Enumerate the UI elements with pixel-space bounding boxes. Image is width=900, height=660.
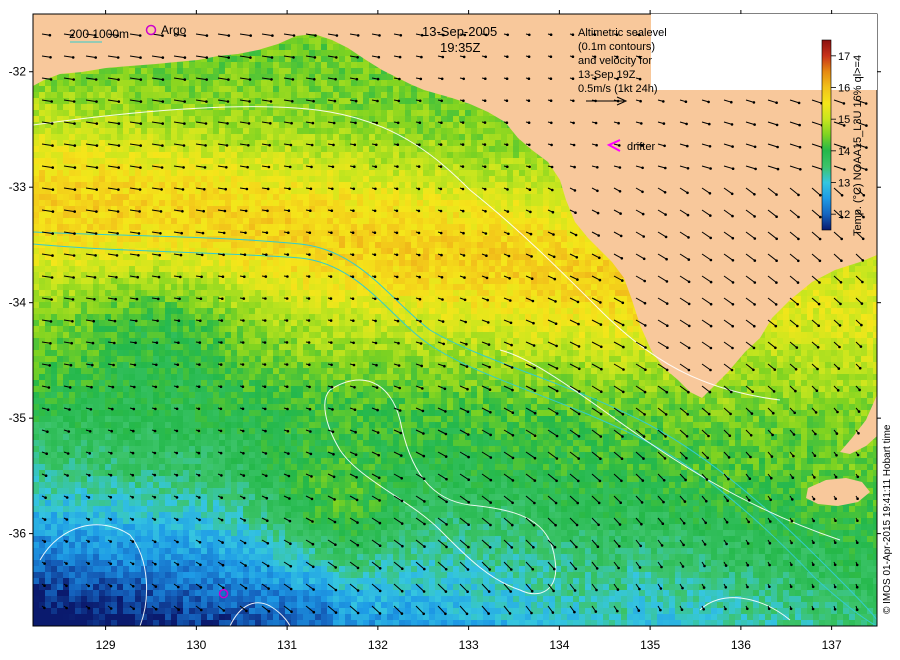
x-tick-label: 134 [549,638,569,652]
copyright-text: © IMOS 01-Apr-2015 19:41:11 Hobart time [882,424,893,614]
x-tick-label: 133 [459,638,479,652]
y-tick-label: -35 [9,411,27,425]
x-tick-label: 129 [96,638,116,652]
isobath-legend-label: 200 1000m [69,27,129,41]
colorbar-tick-label: 14 [838,146,850,158]
map-svg: 129 130 131 132 133 134 135 136 137 -32 -33 -34 -35… [9,10,893,652]
x-tick-label: 135 [640,638,660,652]
x-tick-label: 136 [731,638,751,652]
x-tick-label: 130 [186,638,206,652]
colorbar-scale [821,39,832,231]
info-line-2: (0.1m contours) [578,41,655,53]
colorbar-tick-label: 12 [838,209,850,221]
y-tick-label: -33 [9,180,27,194]
y-tick-label: -34 [9,296,27,310]
sst-map-figure: 129 130 131 132 133 134 135 136 137 -32 -33 -34 -35… [0,0,900,660]
map-time: 19:35Z [440,40,481,55]
colorbar-tick-label: 15 [838,114,850,126]
map-date: 13-Sep-2005 [422,24,497,39]
colorbar-tick-label: 16 [838,83,850,95]
colorbar-tick-label: 17 [838,51,850,63]
x-tick-label: 137 [822,638,842,652]
info-line-3: and velocity for [578,55,652,67]
info-line-1: Altimetric sealevel [578,27,667,39]
map-plot-area[interactable] [33,14,879,626]
isobath-legend: 200 1000m [69,27,129,43]
argo-legend-label: Argo [161,23,187,37]
x-tick-label: 132 [368,638,388,652]
colorbar-tick-label: 13 [838,178,850,190]
y-tick-label: -36 [9,527,27,541]
info-line-5: 0.5m/s (1kt 24h) [578,83,657,95]
x-tick-label: 131 [277,638,297,652]
info-line-4: 13-Sep 19Z [578,69,636,81]
colorbar-label: Temp. (°C) NOAA15_L3U 16% ql>=4 [852,55,864,236]
y-tick-label: -32 [9,65,27,79]
drifter-legend-label: drifter [627,141,655,153]
